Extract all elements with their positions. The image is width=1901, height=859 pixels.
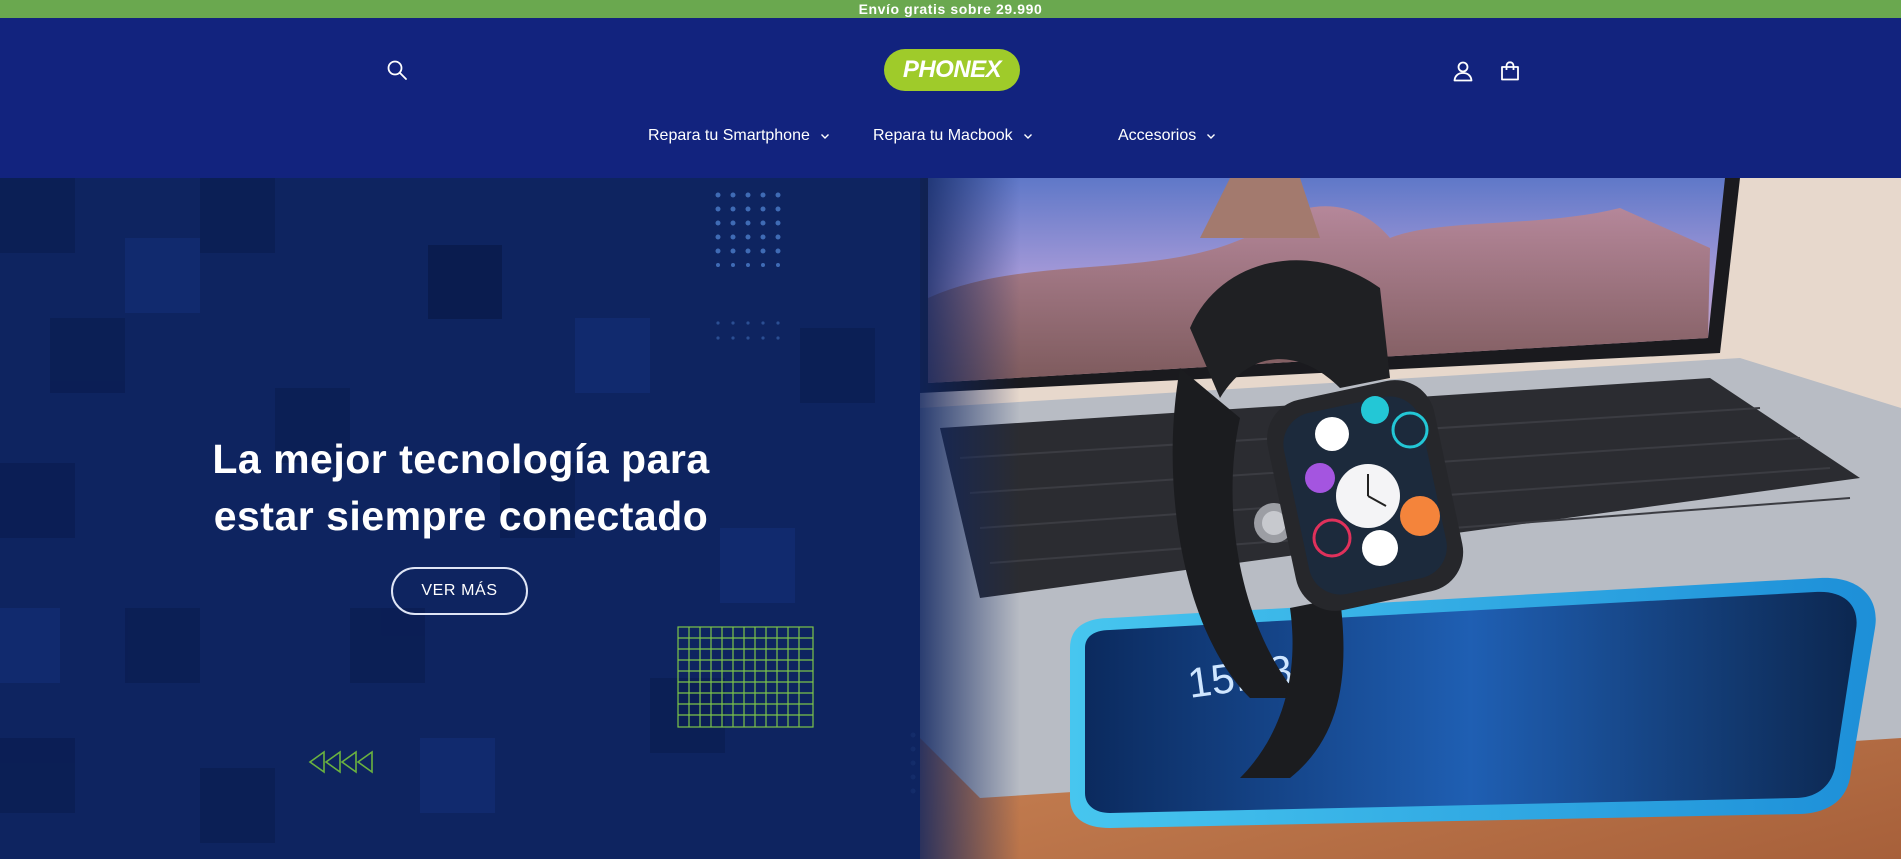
nav-item-repara-smartphone[interactable]: Repara tu Smartphone xyxy=(648,125,830,147)
search-button[interactable] xyxy=(383,56,411,84)
user-icon xyxy=(1453,61,1473,82)
nav-label: Accesorios xyxy=(1118,127,1197,144)
chevron-down-icon xyxy=(1023,134,1032,139)
hero-title: La mejor tecnología para estar siempre c… xyxy=(212,436,710,539)
hero-banner: 15:03 La mejor tecnología para estar sie… xyxy=(0,178,1901,859)
account-button[interactable] xyxy=(1449,57,1477,85)
ver-mas-button[interactable]: VER MÁS xyxy=(391,567,528,615)
nav-item-repara-macbook[interactable]: Repara tu Macbook xyxy=(873,125,1033,147)
cart-icon xyxy=(1501,61,1519,81)
chevron-down-icon xyxy=(820,134,829,139)
nav-label: Repara tu Macbook xyxy=(873,127,1013,144)
hero-gradient-fade xyxy=(900,178,1020,859)
nav-item-accesorios[interactable]: Accesorios xyxy=(1118,125,1216,147)
announcement-bar: Envío gratis sobre 29.990 xyxy=(0,0,1901,18)
chevron-down-icon xyxy=(1207,134,1216,139)
smartwatch-laptop-photo: 15:03 xyxy=(920,178,1901,859)
logo-text: PHONEX xyxy=(902,56,1002,83)
site-logo[interactable]: PHONEX xyxy=(884,49,1020,91)
site-header: PHONEX Repara tu Smartphone Repara tu Ma… xyxy=(0,18,1901,178)
cart-button[interactable] xyxy=(1496,57,1524,85)
search-icon xyxy=(387,60,407,80)
announcement-text: Envío gratis sobre 29.990 xyxy=(858,1,1043,17)
nav-label: Repara tu Smartphone xyxy=(648,127,810,144)
